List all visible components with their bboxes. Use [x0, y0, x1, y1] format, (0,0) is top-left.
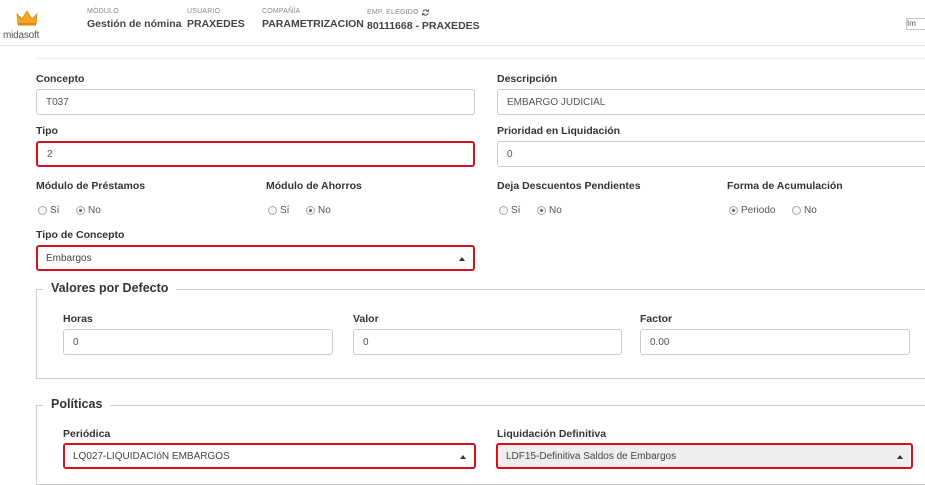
content-divider [36, 58, 925, 59]
compania-label: COMPAÑÍA [262, 8, 301, 15]
caret-up-icon [459, 257, 465, 261]
refresh-icon[interactable] [421, 8, 430, 17]
ahorros-si-radio[interactable]: Sí [268, 205, 289, 216]
radio-label: Sí [50, 205, 60, 216]
app-header: midasoft MÓDULO Gestión de nómina USUARI… [0, 0, 925, 46]
horas-input[interactable]: 0 [63, 329, 333, 355]
liquidacion-label: Liquidación Definitiva [497, 428, 607, 440]
valores-legend: Valores por Defecto [43, 281, 177, 295]
radio-label: Periodo [741, 205, 776, 216]
factor-label: Factor [640, 313, 673, 325]
radio-circle [729, 206, 738, 215]
acumulacion-periodo-radio[interactable]: Periodo [729, 205, 775, 216]
crown-icon [16, 10, 38, 26]
brand-name: midasoft [3, 30, 40, 41]
concepto-input[interactable]: T037 [36, 89, 475, 115]
header-usuario: USUARIO PRAXEDES [187, 8, 245, 30]
modulo-value: Gestión de nómina [87, 18, 182, 30]
radio-label: Sí [280, 205, 290, 216]
emp-label: EMP. ELEGIDO [367, 9, 419, 16]
compania-value: PARAMETRIZACION [262, 18, 364, 30]
periodica-value: LQ027-LIQUIDACIóN EMBARGOS [73, 450, 230, 462]
ahorros-label: Módulo de Ahorros [266, 180, 362, 192]
factor-input[interactable]: 0.00 [640, 329, 910, 355]
prioridad-label: Prioridad en Liquidación [497, 125, 621, 137]
tipo-concepto-select[interactable]: Embargos [36, 245, 475, 271]
tipo-concepto-label: Tipo de Concepto [36, 229, 125, 241]
horas-label: Horas [63, 313, 93, 325]
broken-image-alt: Im [907, 19, 916, 28]
header-compania: COMPAÑÍA PARAMETRIZACION [262, 8, 364, 30]
caret-up-icon [897, 455, 903, 459]
concepto-label: Concepto [36, 73, 85, 85]
prioridad-input[interactable]: 0 [497, 141, 925, 167]
radio-label: No [804, 205, 817, 216]
tipo-input[interactable]: 2 [36, 141, 475, 167]
liquidacion-value: LDF15-Definitiva Saldos de Embargos [506, 450, 677, 462]
usuario-label: USUARIO [187, 8, 221, 15]
broken-image-icon: Im [906, 18, 925, 30]
radio-circle [499, 206, 508, 215]
periodica-label: Periódica [63, 428, 111, 440]
periodica-select[interactable]: LQ027-LIQUIDACIóN EMBARGOS [63, 443, 476, 469]
emp-value: 80111668 - PRAXEDES [367, 20, 480, 32]
header-modulo: MÓDULO Gestión de nómina [87, 8, 182, 30]
prestamos-label: Módulo de Préstamos [36, 180, 146, 192]
modulo-label: MÓDULO [87, 8, 119, 15]
descripcion-label: Descripción [497, 73, 558, 85]
descuentos-no-radio[interactable]: No [537, 205, 562, 216]
prestamos-si-radio[interactable]: Sí [38, 205, 59, 216]
midasoft-logo[interactable]: midasoft [3, 6, 43, 44]
radio-circle [76, 206, 85, 215]
descuentos-si-radio[interactable]: Sí [499, 205, 520, 216]
tipo-label: Tipo [36, 125, 58, 137]
radio-circle [268, 206, 277, 215]
descuentos-label: Deja Descuentos Pendientes [497, 180, 641, 192]
tipo-concepto-value: Embargos [46, 252, 92, 264]
valor-input[interactable]: 0 [353, 329, 622, 355]
liquidacion-select[interactable]: LDF15-Definitiva Saldos de Embargos [496, 443, 913, 469]
usuario-value: PRAXEDES [187, 18, 245, 30]
radio-circle [792, 206, 801, 215]
descripcion-input[interactable]: EMBARGO JUDICIAL [497, 89, 925, 115]
prestamos-no-radio[interactable]: No [76, 205, 101, 216]
radio-circle [537, 206, 546, 215]
header-emp-elegido: EMP. ELEGIDO 80111668 - PRAXEDES [367, 8, 480, 32]
valor-label: Valor [353, 313, 379, 325]
emp-label-row: EMP. ELEGIDO [367, 8, 480, 17]
radio-label: No [549, 205, 562, 216]
radio-label: No [88, 205, 101, 216]
radio-label: Sí [511, 205, 521, 216]
caret-up-icon [460, 455, 466, 459]
acumulacion-label: Forma de Acumulación [727, 180, 843, 192]
radio-circle [38, 206, 47, 215]
radio-circle [306, 206, 315, 215]
politicas-legend: Políticas [43, 397, 111, 411]
radio-label: No [318, 205, 331, 216]
ahorros-no-radio[interactable]: No [306, 205, 331, 216]
acumulacion-no-radio[interactable]: No [792, 205, 817, 216]
